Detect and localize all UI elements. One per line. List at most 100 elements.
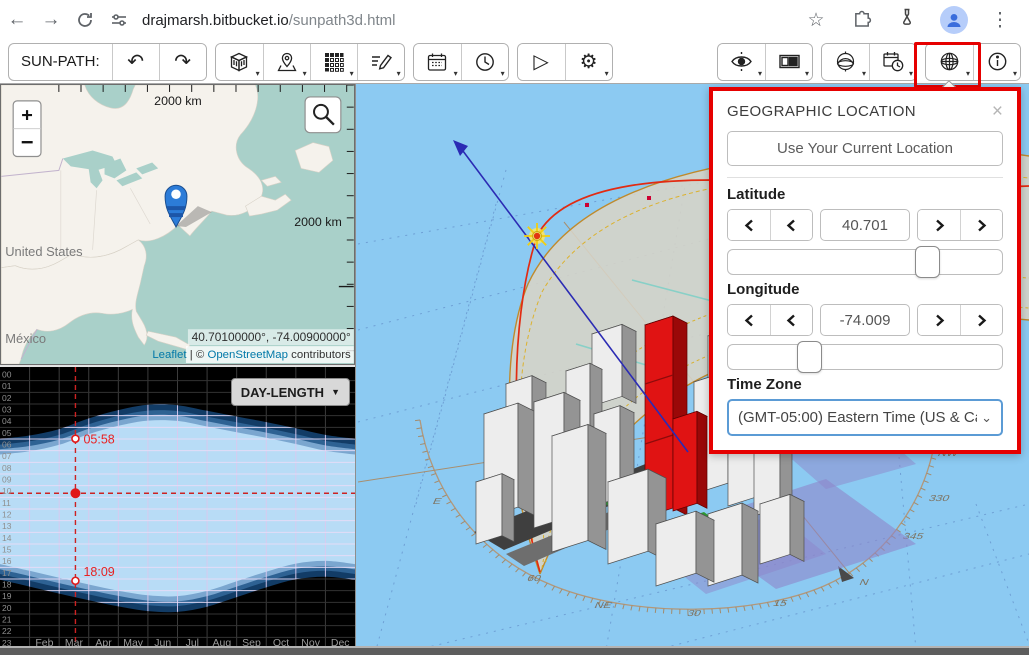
hour-tick-label: 04: [2, 416, 12, 426]
mouse-coordinates: 40.70100000°, -74.00900000°: [192, 330, 351, 344]
location-map[interactable]: 2000 km2000 kmUnited StatesMéxico40.7010…: [0, 84, 355, 365]
address-bar[interactable]: drajmarsh.bitbucket.io/sunpath3d.html: [142, 12, 793, 29]
date-time-button[interactable]: ▾: [869, 44, 916, 80]
longitude-stepper: -74.009: [727, 304, 1003, 336]
hour-tick-label: 11: [2, 498, 11, 508]
hour-tick-label: 14: [2, 533, 12, 543]
map-zoom-out-button[interactable]: −: [21, 130, 34, 155]
longitude-value[interactable]: -74.009: [820, 304, 910, 336]
chevron-right-icon: [976, 314, 987, 327]
reload-icon[interactable]: [68, 9, 102, 31]
play-icon: ▷: [533, 52, 548, 72]
latitude-slider-thumb[interactable]: [915, 246, 940, 278]
latitude-value[interactable]: 40.701: [820, 209, 910, 241]
longitude-slider[interactable]: [727, 344, 1003, 370]
chevron-right-icon: [934, 219, 945, 232]
edit-button[interactable]: ▾: [357, 44, 404, 80]
latitude-label: Latitude: [727, 186, 1003, 203]
longitude-decrease-fast-button[interactable]: [728, 305, 770, 335]
building[interactable]: [552, 424, 606, 552]
grid-icon: [324, 52, 344, 72]
longitude-slider-thumb[interactable]: [797, 341, 822, 373]
sunpath-sphere-icon: [834, 50, 857, 73]
panel-title: GEOGRAPHIC LOCATION: [727, 103, 916, 120]
sunpath-sphere-button[interactable]: ▾: [822, 44, 869, 80]
map-scale-right: 2000 km: [294, 215, 342, 229]
calendar-icon: [426, 51, 448, 73]
hour-tick-label: 19: [2, 591, 12, 601]
site-settings-icon[interactable]: [102, 9, 136, 31]
visibility-button[interactable]: ▾: [718, 44, 765, 80]
latitude-stepper: 40.701: [727, 209, 1003, 241]
edit-pencil-icon: [370, 51, 392, 73]
building[interactable]: [708, 503, 758, 586]
hour-tick-label: 13: [2, 521, 12, 531]
undo-button[interactable]: ↶: [112, 44, 159, 80]
eye-icon: [730, 50, 753, 73]
redo-button[interactable]: ↷: [159, 44, 206, 80]
calendar-button[interactable]: ▾: [414, 44, 461, 80]
bookmark-star-icon[interactable]: ☆: [793, 9, 839, 32]
use-current-location-button[interactable]: Use Your Current Location: [727, 131, 1003, 166]
building[interactable]: [476, 474, 514, 544]
location-globe-button[interactable]: ▾: [926, 44, 973, 80]
latitude-slider[interactable]: [727, 249, 1003, 275]
daylength-button-label: DAY-LENGTH: [241, 385, 324, 400]
settings-button[interactable]: ⚙▾: [565, 44, 612, 80]
experiments-flask-icon[interactable]: [885, 8, 931, 32]
timezone-selected-value: (GMT-05:00) Eastern Time (US & Canad: [738, 409, 977, 426]
profile-avatar[interactable]: [940, 6, 968, 34]
timezone-label: Time Zone: [727, 376, 1003, 393]
hour-tick-label: 02: [2, 393, 12, 403]
map-search-button[interactable]: [305, 97, 341, 133]
browser-menu-icon[interactable]: ⋮: [977, 9, 1023, 32]
grid-button[interactable]: ▾: [310, 44, 357, 80]
close-icon[interactable]: ×: [992, 102, 1003, 121]
info-button[interactable]: ▾: [973, 44, 1020, 80]
longitude-increase-fast-button[interactable]: [960, 305, 1002, 335]
play-button[interactable]: ▷: [518, 44, 565, 80]
sunset-time-label: 18:09: [83, 565, 114, 579]
sunpath-group: ▾ ▾: [821, 43, 917, 81]
map-zoom-in-button[interactable]: +: [21, 105, 33, 127]
app-title-label: SUN-PATH:: [9, 44, 112, 80]
current-datetime-dot[interactable]: [70, 488, 80, 498]
daylength-chart[interactable]: 05:5818:09000102030405060708091011121314…: [0, 365, 355, 651]
location-button[interactable]: ▾: [263, 44, 310, 80]
hour-tick-label: 22: [2, 626, 12, 636]
clock-button[interactable]: ▾: [461, 44, 508, 80]
timezone-select[interactable]: (GMT-05:00) Eastern Time (US & Canad ⌄: [727, 399, 1003, 436]
longitude-decrease-button[interactable]: [770, 305, 812, 335]
daylength-dropdown-button[interactable]: DAY-LENGTH ▼: [231, 378, 350, 406]
browser-bar: ← → drajmarsh.bitbucket.io/sunpath3d.htm…: [0, 0, 1029, 41]
leaflet-link[interactable]: Leaflet: [152, 349, 187, 361]
chevron-left-icon: [786, 219, 797, 232]
longitude-increase-button[interactable]: [918, 305, 960, 335]
geographic-location-panel: GEOGRAPHIC LOCATION × Use Your Current L…: [709, 87, 1021, 454]
latitude-decrease-button[interactable]: [770, 210, 812, 240]
latitude-decrease-fast-button[interactable]: [728, 210, 770, 240]
forward-icon[interactable]: →: [34, 9, 68, 31]
latitude-increase-button[interactable]: [918, 210, 960, 240]
building[interactable]: [760, 494, 804, 564]
building[interactable]: [656, 511, 714, 586]
hour-tick-label: 03: [2, 405, 12, 415]
layout-panels-icon: [778, 50, 801, 73]
back-icon[interactable]: ←: [0, 9, 34, 31]
map-canvas[interactable]: 2000 km2000 kmUnited StatesMéxico40.7010…: [1, 85, 354, 364]
latitude-increase-fast-button[interactable]: [960, 210, 1002, 240]
chevron-right-icon: [934, 314, 945, 327]
model-button[interactable]: ▾: [216, 44, 263, 80]
globe-info-group: ▾ ▾: [925, 43, 1021, 81]
daylength-canvas[interactable]: 05:5818:09000102030405060708091011121314…: [0, 367, 355, 649]
osm-link[interactable]: OpenStreetMap: [207, 349, 288, 361]
calendar-clock-icon: [882, 50, 905, 73]
sun-marker[interactable]: [524, 223, 550, 249]
undo-icon: ↶: [127, 52, 144, 72]
building-red-tower[interactable]: [673, 411, 707, 511]
redo-icon: ↷: [174, 52, 191, 72]
layout-button[interactable]: ▾: [765, 44, 812, 80]
sunrise-marker: [72, 435, 79, 442]
hour-tick-label: 20: [2, 603, 12, 613]
extensions-icon[interactable]: [839, 8, 885, 33]
